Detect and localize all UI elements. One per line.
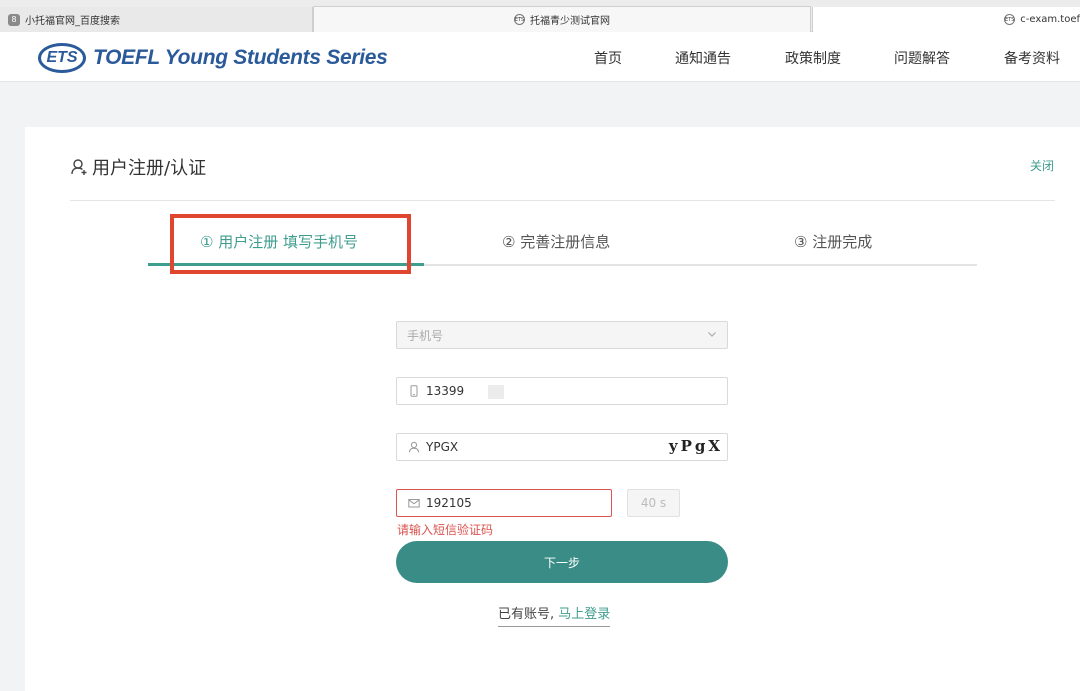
chevron-down-icon [708, 332, 716, 337]
redaction-mask [488, 385, 504, 399]
step-1-phone[interactable]: ① 用户注册 填写手机号 [200, 231, 358, 252]
nav-home[interactable]: 首页 [594, 48, 622, 68]
browser-tab-toefl-official[interactable]: ETS 托福青少测试官网 [313, 6, 811, 32]
logo-text: TOEFL Young Students Series [93, 46, 388, 69]
browser-tab-title: c-exam.toef [1020, 14, 1080, 25]
user-add-icon [71, 159, 87, 175]
user-icon [409, 441, 419, 453]
login-link[interactable]: 马上登录 [558, 607, 610, 622]
phone-field[interactable] [396, 377, 728, 405]
phone-type-placeholder: 手机号 [407, 328, 444, 343]
phone-input[interactable] [426, 384, 626, 398]
site-header: ETS TOEFL Young Students Series 首页 通知通告 … [0, 32, 1080, 82]
sms-countdown-button[interactable]: 40 s [627, 489, 680, 517]
page-title-text: 用户注册/认证 [92, 158, 207, 179]
active-step-indicator [148, 263, 424, 266]
ets-favicon-icon: ETS [1004, 14, 1016, 25]
captcha-image[interactable]: yPgX [669, 437, 723, 455]
ets-favicon-icon: ETS [514, 14, 525, 25]
login-prompt: 已有账号, 马上登录 [498, 603, 611, 627]
browser-tab-baidu[interactable]: 8 小托福官网_百度搜索 [0, 7, 313, 32]
page-title: 用户注册/认证 [70, 154, 206, 180]
browser-tab-bar: 8 小托福官网_百度搜索 ETS 托福青少测试官网 ETS c-exam.toe… [0, 0, 1080, 32]
browser-tab-title: 托福青少测试官网 [530, 16, 610, 27]
step-2-info[interactable]: ② 完善注册信息 [502, 231, 610, 252]
login-prompt-text: 已有账号, [498, 607, 555, 622]
ets-logo-mark: ETS [38, 43, 86, 73]
browser-tab-c-exam[interactable]: ETS c-exam.toef [812, 7, 1080, 32]
site-logo[interactable]: ETS TOEFL Young Students Series [38, 42, 388, 74]
sms-code-input[interactable] [426, 496, 611, 510]
registration-card: 用户注册/认证 关闭 ① 用户注册 填写手机号 ② 完善注册信息 ③ 注册完成 … [25, 127, 1080, 691]
next-step-button[interactable]: 下一步 [396, 541, 728, 583]
browser-tab-title: 小托福官网_百度搜索 [25, 16, 120, 27]
sms-error-message: 请输入短信验证码 [397, 523, 494, 537]
nav-policies[interactable]: 政策制度 [785, 48, 841, 68]
phone-type-select[interactable]: 手机号 [396, 321, 728, 349]
title-divider [70, 200, 1055, 201]
captcha-field[interactable]: yPgX [396, 433, 728, 461]
close-link[interactable]: 关闭 [1030, 157, 1054, 174]
baidu-favicon-icon: 8 [8, 13, 20, 26]
nav-notices[interactable]: 通知通告 [675, 48, 731, 68]
captcha-input[interactable] [426, 440, 626, 454]
step-3-complete[interactable]: ③ 注册完成 [794, 231, 872, 252]
sms-code-field[interactable] [396, 489, 612, 517]
nav-faq[interactable]: 问题解答 [894, 48, 950, 68]
envelope-icon [408, 499, 420, 508]
nav-prep-materials[interactable]: 备考资料 [1004, 48, 1060, 68]
mobile-phone-icon [410, 385, 418, 397]
